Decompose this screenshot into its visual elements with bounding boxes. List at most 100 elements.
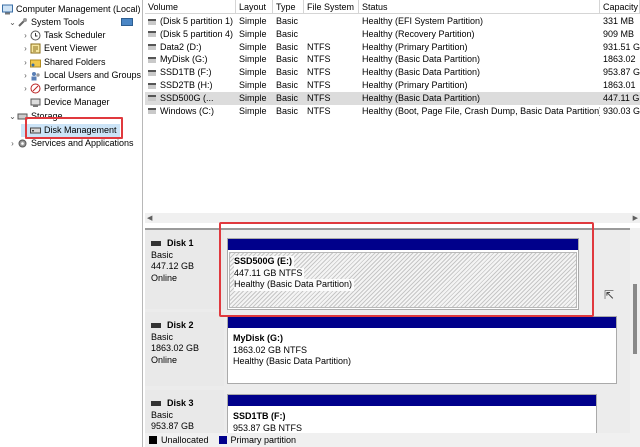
table-cell: Simple	[236, 15, 273, 28]
device-manager-icon	[30, 97, 41, 108]
tree-item-local-users-and-groups[interactable]: › Local Users and Groups	[21, 69, 141, 82]
table-cell-text: (Disk 5 partition 4)	[160, 28, 234, 39]
chevron-down-icon[interactable]: ⌄	[8, 110, 17, 123]
disk-size: 447.12 GB	[151, 261, 195, 271]
volume-list: Volume Layout Type File System Status Capacit…	[145, 0, 640, 228]
disk-1-info[interactable]: Disk 1 Basic 447.12 GB Online	[145, 230, 224, 309]
table-cell: 931.51 G	[600, 41, 640, 54]
table-cell-text: Simple	[239, 80, 267, 90]
chevron-right-icon[interactable]: ›	[21, 29, 30, 42]
navigation-tree: Computer Management (Local) ⌄ System Tool…	[0, 0, 143, 447]
table-cell-text: 447.11 G	[603, 92, 640, 103]
vertical-scrollbar[interactable]	[630, 228, 640, 433]
table-row[interactable]: Windows (C:) Simple Basic NTFS Healthy (Boot…	[145, 105, 640, 118]
disk-type: Basic	[151, 249, 174, 260]
table-cell-text: Healthy (EFI System Partition)	[362, 16, 484, 26]
column-header-layout[interactable]: Layout	[236, 0, 273, 14]
table-cell: Simple	[236, 53, 273, 66]
volume-icon	[148, 57, 156, 64]
tree-item-label: Event Viewer	[44, 43, 97, 53]
chevron-right-icon[interactable]: ›	[8, 137, 17, 150]
tree-item-task-scheduler[interactable]: › Task Scheduler	[21, 29, 106, 42]
table-row[interactable]: SSD500G (... Simple Basic NTFS Healthy (Basi…	[145, 91, 640, 105]
tree-item-event-viewer[interactable]: › Event Viewer	[21, 42, 97, 55]
tree-item-shared-folders[interactable]: › Shared Folders	[21, 56, 106, 69]
table-row[interactable]: MyDisk (G:) Simple Basic NTFS Healthy (Basic…	[145, 53, 640, 66]
table-row[interactable]: SSD2TB (H:) Simple Basic NTFS Healthy (Prima…	[145, 79, 640, 92]
table-cell: 447.11 G	[600, 92, 640, 105]
scroll-left-icon[interactable]: ◀	[147, 214, 152, 222]
tree-item-label: Local Users and Groups	[44, 70, 142, 80]
primary-partition-swatch	[218, 436, 227, 444]
table-cell: Data2 (D:)	[145, 41, 236, 54]
disk-type: Basic	[151, 409, 174, 420]
disk-2-partition[interactable]: MyDisk (G:) 1863.02 GB NTFS Healthy (Bas…	[227, 316, 617, 384]
table-cell-text: 1863.01	[603, 80, 636, 90]
tree-item-label: Shared Folders	[44, 57, 106, 67]
table-cell-text: Simple	[239, 105, 267, 116]
computer-management-icon	[2, 4, 13, 15]
partition-size: 953.87 GB NTFS	[233, 422, 303, 433]
table-cell: Simple	[236, 28, 273, 41]
table-cell: Simple	[236, 79, 273, 92]
tree-root[interactable]: Computer Management (Local)	[2, 3, 141, 16]
chevron-right-icon[interactable]: ›	[21, 82, 30, 95]
table-cell: Healthy (Primary Partition)	[359, 79, 600, 92]
volume-icon	[148, 18, 156, 25]
column-header-volume[interactable]: Volume	[145, 0, 236, 14]
event-viewer-icon	[30, 43, 41, 54]
table-cell: Simple	[236, 66, 273, 79]
partition-body: SSD1TB (F:) 953.87 GB NTFS	[229, 408, 595, 433]
chevron-right-icon[interactable]: ›	[21, 56, 30, 69]
column-header-file-system[interactable]: File System	[304, 0, 359, 14]
table-cell: (Disk 5 partition 1)	[145, 15, 236, 28]
table-cell: Simple	[236, 105, 273, 118]
table-cell-text: 331 MB	[603, 16, 635, 26]
table-cell-text: Simple	[239, 16, 267, 26]
table-cell-text: Healthy (Basic Data Partition)	[362, 92, 481, 103]
column-header-type[interactable]: Type	[273, 0, 304, 14]
table-cell-text: NTFS	[307, 80, 331, 90]
table-cell: Basic	[273, 66, 304, 79]
tree-item-performance[interactable]: › Performance	[21, 82, 96, 95]
chevron-right-icon[interactable]: ›	[21, 42, 30, 55]
table-cell-text: Basic	[276, 80, 299, 90]
table-cell: NTFS	[304, 105, 359, 118]
disk-3-info[interactable]: Disk 3 Basic 953.87 GB	[145, 390, 224, 433]
table-cell-text: NTFS	[307, 41, 331, 52]
table-cell-text: Basic	[276, 16, 299, 26]
table-cell: NTFS	[304, 79, 359, 92]
chevron-down-icon[interactable]: ⌄	[8, 16, 17, 29]
tree-item-label: Device Manager	[44, 97, 110, 107]
column-header-capacity[interactable]: Capacity	[600, 0, 640, 14]
tree-item-label: Performance	[44, 83, 96, 93]
primary-partition-bar	[228, 317, 616, 328]
table-cell: Healthy (Recovery Partition)	[359, 28, 600, 41]
tree-item-label: Task Scheduler	[44, 30, 106, 40]
table-cell-text: (Disk 5 partition 1)	[160, 16, 234, 26]
table-cell: 1863.02	[600, 53, 640, 66]
column-header-status[interactable]: Status	[359, 0, 600, 14]
disk-3-partition[interactable]: SSD1TB (F:) 953.87 GB NTFS	[227, 394, 597, 433]
table-row[interactable]: Data2 (D:) Simple Basic NTFS Healthy (Primar…	[145, 41, 640, 54]
table-cell: SSD500G (...	[145, 92, 236, 105]
table-row[interactable]: SSD1TB (F:) Simple Basic NTFS Healthy (Basic…	[145, 66, 640, 79]
table-cell: Basic	[273, 53, 304, 66]
table-cell: Healthy (Boot, Page File, Crash Dump, Ba…	[359, 105, 600, 118]
table-cell-text: SSD1TB (F:)	[160, 67, 212, 78]
table-cell-text: SSD2TB (H:)	[160, 80, 213, 90]
table-row[interactable]: (Disk 5 partition 1) Simple Basic Healthy (…	[145, 15, 640, 28]
tree-item-device-manager[interactable]: Device Manager	[21, 96, 110, 109]
table-cell-text: Data2 (D:)	[160, 41, 202, 52]
partition-status: Healthy (Basic Data Partition)	[233, 356, 352, 366]
tree-item-system-tools[interactable]: ⌄ System Tools	[8, 16, 84, 29]
chevron-right-icon[interactable]: ›	[21, 69, 30, 82]
disk-2-info[interactable]: Disk 2 Basic 1863.02 GB Online	[145, 312, 224, 386]
scroll-right-icon[interactable]: ▶	[633, 214, 638, 222]
table-row[interactable]: (Disk 5 partition 4) Simple Basic Healthy (…	[145, 28, 640, 41]
scroll-thumb[interactable]	[633, 284, 637, 354]
partition-name: MyDisk (G:)	[233, 333, 284, 343]
disk-1-highlight-box	[219, 222, 594, 317]
disk-title: Disk 3	[167, 398, 194, 408]
table-cell-text: Healthy (Primary Partition)	[362, 41, 468, 52]
